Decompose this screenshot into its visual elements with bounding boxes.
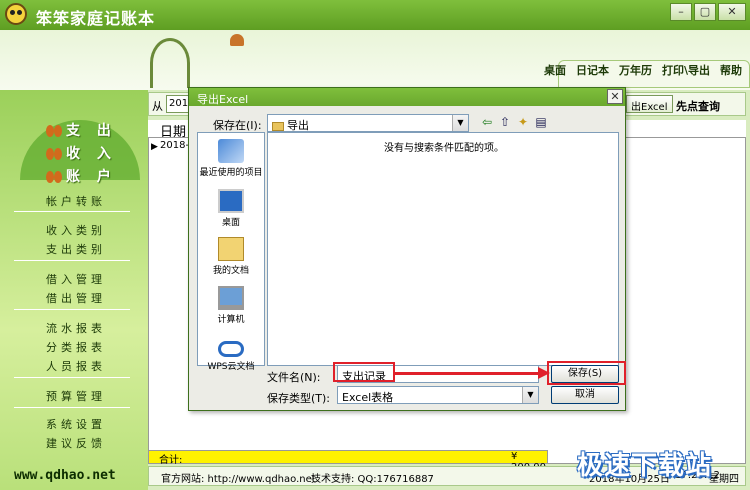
filetype-label: 保存类型(T): [267,392,331,405]
menu-bar: 桌面 日记本 万年历 打印\导出 帮助 [544,62,742,82]
filename-highlight [333,362,395,382]
back-icon[interactable]: ⇦ [479,115,495,131]
annotation-arrow [395,367,550,379]
empty-message: 没有与搜索条件匹配的项。 [384,143,504,154]
sidebar-item-borrow-out[interactable]: 借出管理 [46,290,106,306]
place-wps-cloud[interactable]: WPS云文档 [198,335,264,372]
table-row[interactable]: 2018- [160,140,189,151]
divider [14,377,130,378]
sidebar-item-category-report[interactable]: 分类报表 [46,339,106,355]
chevron-down-icon[interactable]: ▼ [452,115,468,131]
sidebar-item-feedback[interactable]: 建议反馈 [46,435,106,451]
sidebar-item-transfer[interactable]: 帐户转账 [46,193,106,209]
sidebar-item-account[interactable]: 账 户 [46,166,117,186]
menu-item-print-export[interactable]: 打印\导出 [662,62,710,82]
export-excel-button[interactable]: 出Excel [626,95,673,113]
close-icon[interactable]: ✕ [718,3,746,21]
from-label: 从 [152,100,163,113]
mushroom-decoration [230,34,244,46]
filename-label: 文件名(N): [267,371,321,384]
query-hint[interactable]: 先点查询 [676,98,720,114]
save-in-select[interactable]: 导出 ▼ [267,114,469,132]
sidebar-item-budget[interactable]: 预算管理 [46,388,106,404]
menu-item-calendar[interactable]: 万年历 [619,62,652,82]
documents-icon [218,237,244,261]
status-support: 技术支持: QQ:176716887 [311,474,434,485]
title-bar: 笨笨家庭记账本 – ▢ ✕ [0,0,750,30]
menu-item-diary[interactable]: 日记本 [576,62,609,82]
sidebar-item-settings[interactable]: 系统设置 [46,416,106,432]
summary-bar: 合计: ¥ 200.00 [148,450,548,473]
website-label: www.qdhao.net [14,468,116,483]
sidebar-item-person-report[interactable]: 人员报表 [46,358,106,374]
status-site: 官方网站: http://www.qdhao.net [161,474,316,485]
sidebar-item-borrow-in[interactable]: 借入管理 [46,271,106,287]
filetype-select[interactable]: Excel表格 ▼ [337,386,539,404]
minimize-icon[interactable]: – [670,3,692,21]
places-bar: 最近使用的项目 桌面 我的文档 计算机 WPS云文档 [197,132,265,372]
butterfly-icon [46,125,62,137]
dialog-title: 导出Excel [189,88,625,106]
place-desktop[interactable]: 桌面 [198,189,264,228]
view-menu-icon[interactable]: ▤ [533,115,549,131]
sidebar-item-income-category[interactable]: 收入类别 [46,222,106,238]
sidebar-item-expense-category[interactable]: 支出类别 [46,241,106,257]
window-controls: – ▢ ✕ [670,3,746,21]
place-documents[interactable]: 我的文档 [198,237,264,276]
chevron-down-icon[interactable]: ▼ [522,387,538,403]
cloud-icon [218,341,244,357]
summary-label: 合计: [159,455,183,466]
menu-item-desktop[interactable]: 桌面 [544,62,566,82]
place-computer[interactable]: 计算机 [198,286,264,325]
divider [14,260,130,261]
save-button-highlight [547,361,626,385]
sidebar-item-income[interactable]: 收 入 [46,143,117,163]
status-weekday: 星期四 [709,474,739,485]
app-logo-icon [5,3,27,25]
file-list[interactable]: 没有与搜索条件匹配的项。 [267,132,619,366]
desktop-icon [218,189,244,213]
butterfly-icon [46,171,62,183]
butterfly-icon [46,148,62,160]
up-folder-icon[interactable]: ⇧ [497,115,513,131]
recent-items-icon [218,139,244,163]
vine-decoration [150,38,190,88]
sidebar-item-expense[interactable]: 支 出 [46,120,117,140]
cancel-button[interactable]: 取消 [551,386,619,404]
watermark: 极速下载站 [577,451,713,481]
column-date: 日期 [160,125,187,140]
row-pointer-icon: ▶ [151,142,158,152]
sidebar-item-flow-report[interactable]: 流水报表 [46,320,106,336]
folder-icon [272,121,284,131]
divider [14,309,130,310]
divider [14,407,130,408]
divider [14,211,130,212]
app-title: 笨笨家庭记账本 [36,9,156,28]
maximize-icon[interactable]: ▢ [694,3,716,21]
new-folder-icon[interactable]: ✦ [515,115,531,131]
menu-item-help[interactable]: 帮助 [720,62,742,82]
save-in-label: 保存在(I): [213,119,262,132]
place-recent[interactable]: 最近使用的项目 [198,139,264,178]
dialog-close-icon[interactable]: ✕ [607,89,623,104]
computer-icon [218,286,244,310]
